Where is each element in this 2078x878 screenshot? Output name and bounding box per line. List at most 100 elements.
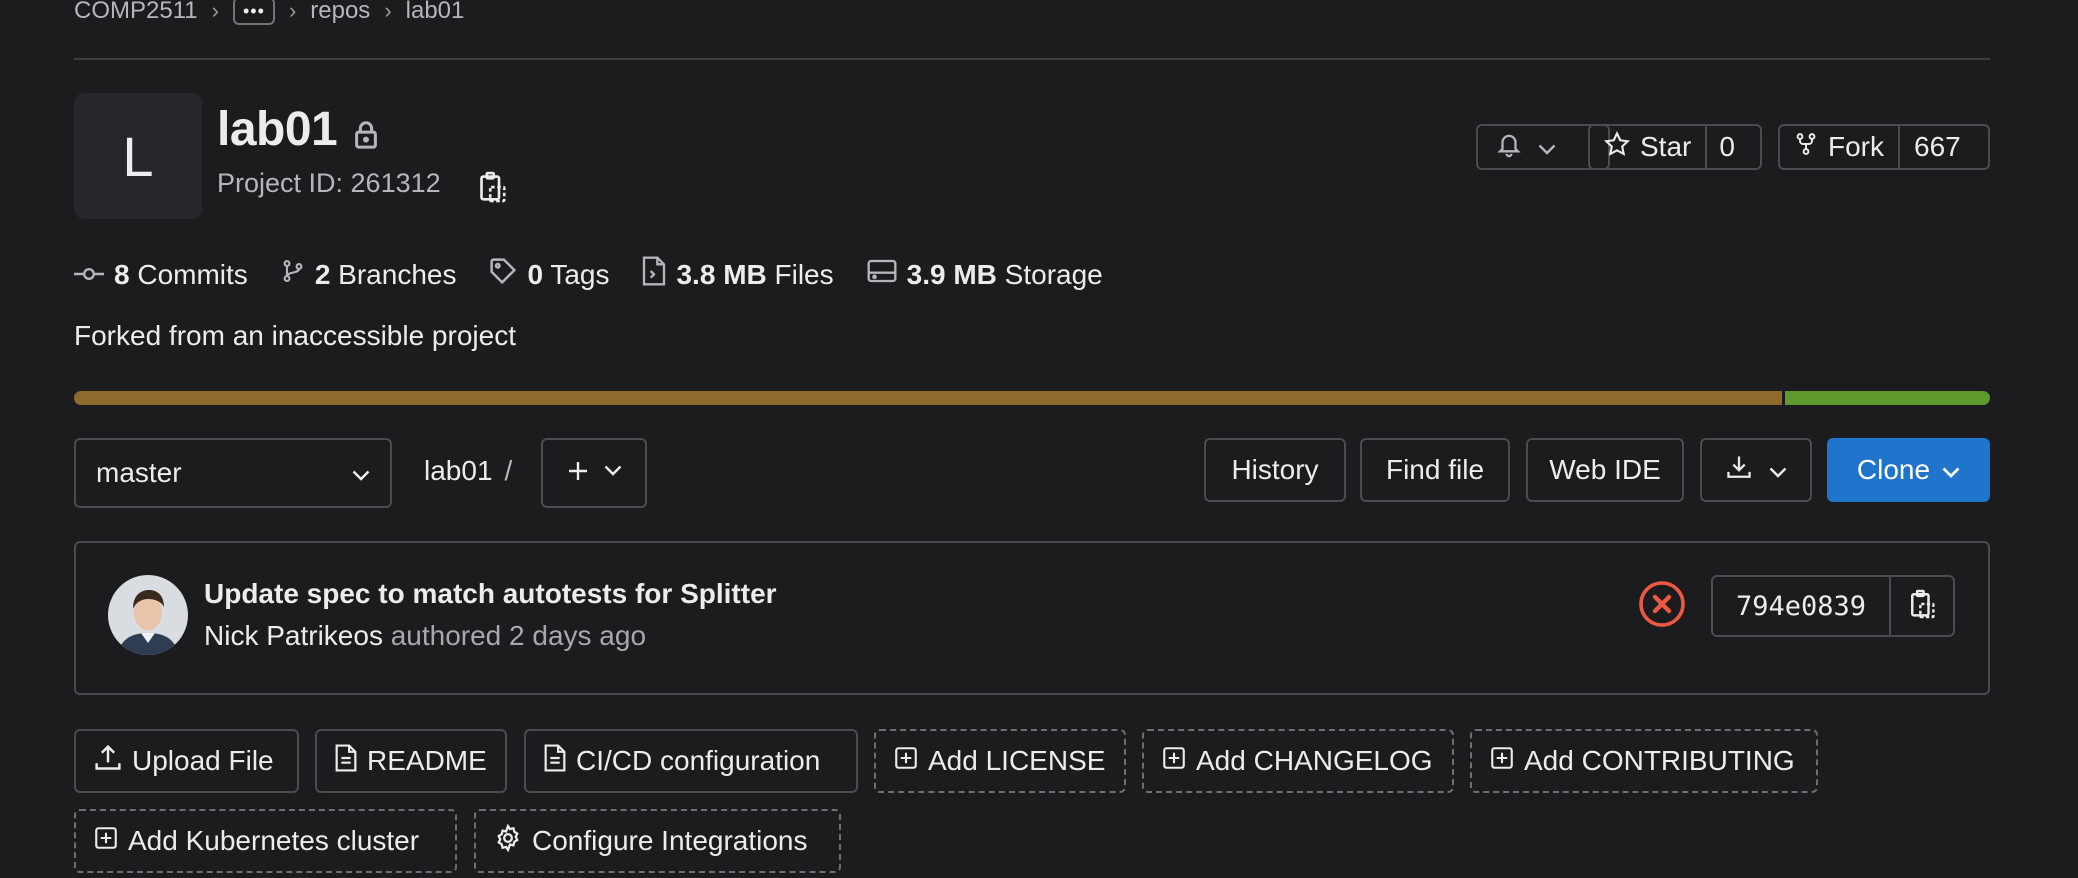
gear-icon: [494, 823, 522, 859]
breadcrumb-item-group[interactable]: COMP2511: [74, 0, 198, 25]
language-bar: [74, 391, 1990, 405]
upload-icon: [94, 744, 122, 779]
star-count[interactable]: 0: [1707, 126, 1747, 168]
branch-name: master: [96, 457, 182, 488]
plus-square-icon: [1490, 745, 1514, 777]
project-id: Project ID: 261312: [217, 168, 441, 198]
breadcrumb-item-repos[interactable]: repos: [310, 0, 370, 25]
commit-icon: [74, 259, 104, 291]
breadcrumb-item-project[interactable]: lab01: [406, 0, 465, 25]
lock-icon: [351, 118, 381, 155]
upload-file-label: Upload File: [132, 745, 274, 776]
find-file-button[interactable]: Find file: [1360, 438, 1510, 502]
last-commit-panel: [74, 541, 1990, 695]
commit-sha[interactable]: 794e0839: [1713, 577, 1891, 635]
document-icon: [544, 743, 566, 779]
add-changelog-label: Add CHANGELOG: [1196, 745, 1433, 776]
fork-label: Fork: [1828, 131, 1884, 162]
download-icon: [1725, 454, 1753, 487]
chevron-right-icon: ›: [288, 0, 297, 23]
add-kubernetes-cluster-button[interactable]: Add Kubernetes cluster: [74, 809, 457, 873]
tags-count: 0: [527, 258, 544, 290]
add-contributing-label: Add CONTRIBUTING: [1524, 745, 1795, 776]
clone-label: Clone: [1856, 454, 1931, 485]
star-button[interactable]: Star: [1590, 126, 1705, 168]
readme-button[interactable]: README: [315, 729, 507, 793]
copy-sha-button[interactable]: [1891, 577, 1953, 635]
forked-notice: Forked from an inaccessible project: [74, 320, 516, 351]
fork-button-group: Fork 667: [1778, 124, 1990, 170]
readme-label: README: [367, 745, 487, 776]
branch-selector[interactable]: master: [74, 438, 392, 508]
configure-integrations-button[interactable]: Configure Integrations: [474, 809, 841, 873]
add-file-dropdown[interactable]: [541, 438, 647, 508]
files-label: Files: [774, 258, 834, 290]
path-root-link[interactable]: lab01: [424, 455, 493, 486]
breadcrumb-more-button[interactable]: •••: [232, 0, 275, 25]
pipeline-failed-icon[interactable]: [1638, 580, 1686, 633]
add-changelog-button[interactable]: Add CHANGELOG: [1142, 729, 1454, 793]
branch-icon: [281, 257, 305, 292]
chevron-down-icon: [604, 464, 622, 482]
cicd-configuration-label: CI/CD configuration: [576, 745, 821, 776]
commit-author-link[interactable]: Nick Patrikeos: [204, 620, 383, 651]
files-size: 3.8 MB: [676, 258, 767, 290]
commit-sha-group: 794e0839: [1711, 575, 1955, 637]
repo-path: lab01 /: [424, 455, 512, 487]
file-code-icon: [642, 256, 666, 293]
project-avatar: L: [74, 93, 202, 219]
fork-button[interactable]: Fork: [1780, 126, 1898, 168]
star-button-group: Star 0: [1588, 124, 1762, 170]
plus-square-icon: [1162, 745, 1186, 777]
project-title: lab01: [217, 103, 338, 156]
language-segment-primary[interactable]: [74, 391, 1783, 405]
breadcrumb: COMP2511 › ••• › repos › lab01: [74, 0, 464, 26]
chevron-down-icon: [1942, 454, 1960, 486]
chevron-down-icon: [1538, 131, 1556, 163]
branches-count: 2: [314, 258, 331, 290]
add-kubernetes-cluster-label: Add Kubernetes cluster: [128, 825, 420, 856]
storage-icon: [867, 258, 897, 291]
plus-square-icon: [94, 825, 118, 857]
star-label: Star: [1640, 131, 1692, 162]
branches-label: Branches: [338, 258, 457, 290]
copy-icon[interactable]: [478, 171, 506, 208]
language-segment-secondary[interactable]: [1785, 391, 1990, 405]
cicd-configuration-button[interactable]: CI/CD configuration: [524, 729, 858, 793]
plus-square-icon: [894, 745, 918, 777]
tags-link[interactable]: 0 Tags: [489, 257, 609, 292]
files-link[interactable]: 3.8 MB Files: [642, 256, 834, 293]
copy-icon: [1909, 589, 1935, 624]
add-contributing-button[interactable]: Add CONTRIBUTING: [1470, 729, 1818, 793]
upload-file-button[interactable]: Upload File: [74, 729, 299, 793]
bell-icon: [1496, 130, 1522, 165]
chevron-right-icon: ›: [211, 0, 219, 23]
commit-authored-time: authored 2 days ago: [390, 620, 647, 651]
configure-integrations-label: Configure Integrations: [532, 825, 808, 856]
download-dropdown[interactable]: [1700, 438, 1812, 502]
fork-icon: [1794, 130, 1818, 165]
chevron-down-icon: [1769, 454, 1787, 486]
commit-message-link[interactable]: Update spec to match autotests for Split…: [204, 578, 777, 610]
clone-dropdown[interactable]: Clone: [1827, 438, 1990, 502]
chevron-down-icon: [352, 457, 370, 489]
add-license-button[interactable]: Add LICENSE: [874, 729, 1126, 793]
tags-label: Tags: [550, 258, 610, 290]
history-button[interactable]: History: [1204, 438, 1346, 502]
project-stats: 8 Commits 2 Branches 0 Tags 3.8 MB Files…: [74, 256, 1136, 293]
commits-label: Commits: [137, 258, 248, 290]
storage-size: 3.9 MB: [906, 258, 997, 290]
tag-icon: [489, 257, 517, 292]
web-ide-button[interactable]: Web IDE: [1526, 438, 1684, 502]
storage-link[interactable]: 3.9 MB Storage: [867, 258, 1103, 291]
branches-link[interactable]: 2 Branches: [281, 257, 457, 292]
commits-count: 8: [114, 258, 130, 290]
commits-link[interactable]: 8 Commits: [74, 259, 248, 291]
project-page: COMP2511 › ••• › repos › lab01 L lab01 P…: [0, 0, 2078, 878]
commit-meta: Nick Patrikeos authored 2 days ago: [204, 620, 646, 652]
document-icon: [335, 743, 357, 779]
author-avatar[interactable]: [108, 575, 188, 655]
star-icon: [1603, 130, 1631, 164]
fork-count[interactable]: 667: [1900, 126, 1975, 168]
storage-label: Storage: [1004, 258, 1103, 290]
